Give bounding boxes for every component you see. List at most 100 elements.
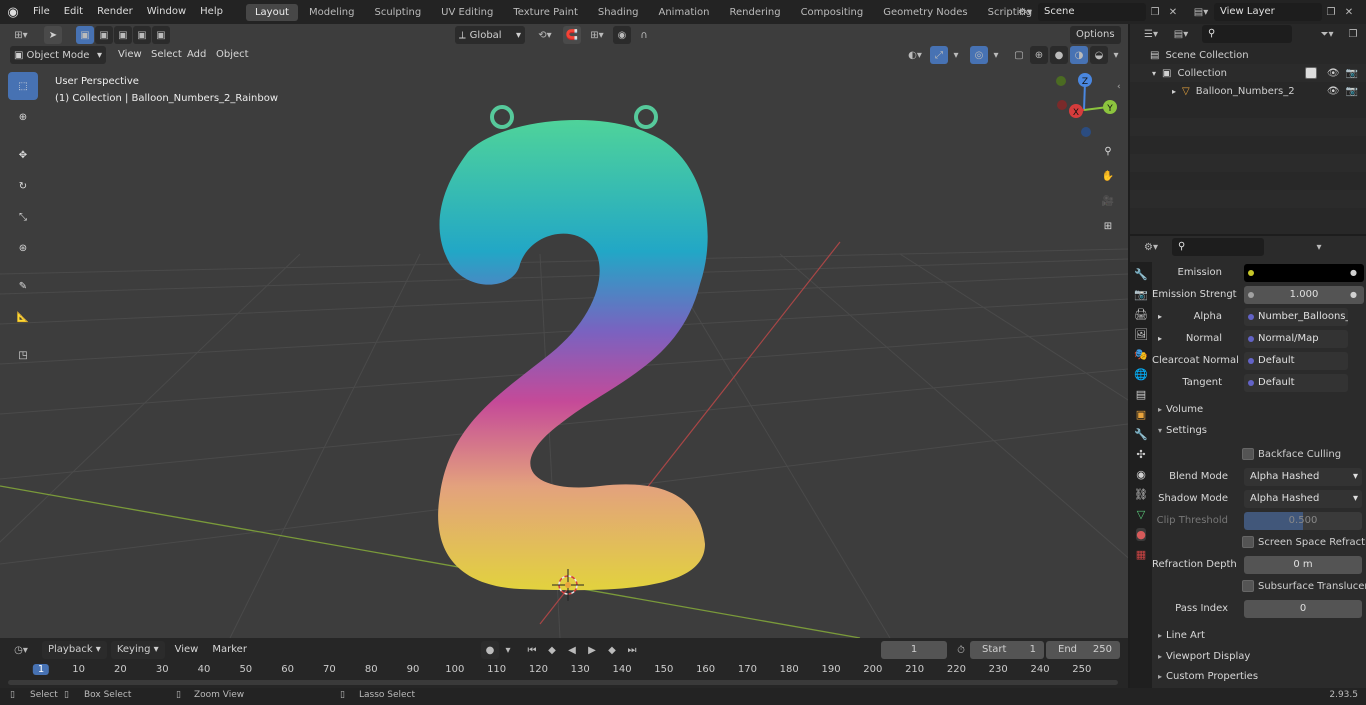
clip-threshold-slider[interactable]: 0.500	[1244, 512, 1362, 530]
tab-modeling[interactable]: Modeling	[300, 4, 364, 21]
panel-line-art[interactable]: ▸ Line Art	[1152, 626, 1366, 646]
solid-shading-icon[interactable]: ●	[1050, 46, 1068, 64]
tab-shading[interactable]: Shading	[589, 4, 648, 21]
tab-uv-editing[interactable]: UV Editing	[432, 4, 502, 21]
scene-icon[interactable]: ⚙▾	[1012, 3, 1038, 21]
world-tab-icon[interactable]: 🌐	[1134, 368, 1148, 381]
object-mode-dropdown[interactable]: ▣ Object Mode ▾	[10, 46, 106, 64]
subsurface-translucency-row[interactable]: Subsurface Translucency	[1152, 578, 1366, 596]
rotate-tool-icon[interactable]: ↻	[8, 172, 38, 200]
backface-culling-checkbox[interactable]: Backface Culling	[1242, 448, 1341, 460]
tool-tab-icon[interactable]: 🔧	[1134, 268, 1148, 281]
screen-space-refraction-row[interactable]: Screen Space Refraction	[1152, 534, 1366, 552]
panel-custom-properties[interactable]: ▸ Custom Properties	[1152, 667, 1366, 687]
display-mode-icon[interactable]: ▤▾	[1168, 25, 1194, 43]
properties-options-icon[interactable]: ▾	[1310, 238, 1328, 256]
tab-layout[interactable]: Layout	[245, 3, 298, 21]
material-preview-icon[interactable]: ◑	[1070, 46, 1088, 64]
tangent-field[interactable]: Default	[1244, 374, 1348, 392]
menu-window[interactable]: Window	[140, 0, 193, 24]
refraction-depth-field[interactable]: 0 m	[1244, 556, 1362, 574]
keyframe-dot-icon[interactable]: ●	[1350, 268, 1357, 277]
output-tab-icon[interactable]: 🖨	[1134, 308, 1148, 321]
timeline-scrollbar[interactable]	[8, 680, 1118, 685]
camera-icon[interactable]: 📷	[1346, 86, 1358, 97]
select-subtract-icon[interactable]: ▣	[114, 26, 132, 44]
select-intersect-icon[interactable]: ▣	[152, 26, 170, 44]
navigation-gizmo[interactable]: Z Y X	[1056, 73, 1117, 137]
options-dropdown[interactable]: Options	[1070, 26, 1122, 44]
xray-toggle-icon[interactable]: ▢	[1010, 46, 1028, 64]
new-view-layer-icon[interactable]: ❐	[1322, 3, 1340, 21]
balloon-number-2[interactable]	[438, 105, 708, 591]
collection-tab-icon[interactable]: ▤	[1136, 388, 1146, 401]
particles-tab-icon[interactable]: ✣	[1136, 448, 1145, 461]
blender-logo-icon[interactable]: ◉	[0, 0, 26, 24]
viewport-menu-add[interactable]: Add	[187, 46, 206, 64]
overlays-dropdown-icon[interactable]: ▾	[990, 46, 1002, 64]
delete-view-layer-icon[interactable]: ✕	[1340, 3, 1358, 21]
outliner-editor-icon[interactable]: ☰▾	[1138, 25, 1164, 43]
pivot-point-icon[interactable]: ⟲▾	[531, 26, 559, 44]
modifier-tab-icon[interactable]: 🔧	[1134, 428, 1148, 441]
subsurface-translucency-checkbox[interactable]: Subsurface Translucency	[1242, 580, 1366, 592]
texture-tab-icon[interactable]: ▦	[1136, 548, 1146, 561]
menu-edit[interactable]: Edit	[57, 0, 90, 24]
shadow-mode-dropdown[interactable]: Alpha Hashed ▾	[1244, 490, 1362, 508]
data-tab-icon[interactable]: ▽	[1137, 508, 1145, 521]
proportional-edit-icon[interactable]: ◉	[613, 26, 631, 44]
viewport-menu-view[interactable]: View	[118, 46, 142, 64]
shading-dropdown-icon[interactable]: ▾	[1110, 46, 1122, 64]
scale-tool-icon[interactable]: ⤡	[8, 203, 38, 231]
normal-link-field[interactable]: Normal/Map	[1244, 330, 1348, 348]
annotate-tool-icon[interactable]: ✎	[8, 272, 38, 300]
snap-toggle-icon[interactable]: 🧲	[563, 26, 581, 44]
outliner-search-input[interactable]: ⚲	[1202, 25, 1292, 43]
add-cube-tool-icon[interactable]: ◳	[8, 341, 38, 369]
camera-view-icon[interactable]: 🎥	[1097, 190, 1119, 212]
panel-volume[interactable]: ▸ Volume	[1152, 400, 1366, 420]
view-layer-icon[interactable]: ▤▾	[1188, 3, 1214, 21]
emission-color-field[interactable]	[1244, 264, 1364, 282]
material-tab-icon[interactable]: ●	[1136, 528, 1146, 541]
tab-geometry-nodes[interactable]: Geometry Nodes	[874, 4, 976, 21]
panel-viewport-display[interactable]: ▸ Viewport Display	[1152, 647, 1366, 667]
outliner-row-scene-collection[interactable]: ▤ Scene Collection	[1130, 46, 1366, 64]
backface-culling-row[interactable]: Backface Culling	[1152, 446, 1366, 464]
tab-compositing[interactable]: Compositing	[792, 4, 873, 21]
eye-icon[interactable]: 👁	[1327, 68, 1340, 79]
zoom-icon[interactable]: ⚲	[1097, 140, 1119, 162]
camera-icon[interactable]: 📷	[1346, 68, 1358, 79]
move-tool-icon[interactable]: ✥	[8, 141, 38, 169]
tab-rendering[interactable]: Rendering	[720, 4, 789, 21]
proportional-falloff-icon[interactable]: ∩	[635, 26, 653, 44]
visibility-icon[interactable]: ◐▾	[902, 46, 928, 64]
clearcoat-normal-field[interactable]: Default	[1244, 352, 1348, 370]
gizmo-toggle-icon[interactable]: ⤢	[930, 46, 948, 64]
select-extend-icon[interactable]: ▣	[95, 26, 113, 44]
outliner-row-collection[interactable]: ▾ ▣ Collection 👁 📷	[1130, 64, 1366, 82]
3d-viewport[interactable]: Z Y X ⊞▾ ➤ ▣ ▣ ▣ ▣ ▣ ⟂ Global ▾ ⟲▾ 🧲 ⊞▾ …	[0, 24, 1128, 638]
properties-editor-icon[interactable]: ⚙▾	[1138, 238, 1164, 256]
object-tab-icon[interactable]: ▣	[1136, 408, 1146, 421]
view-layer-field[interactable]: View Layer	[1214, 3, 1322, 21]
expand-chevron-icon[interactable]: ▸	[1172, 87, 1176, 96]
expand-chevron-icon[interactable]: ▾	[1152, 69, 1156, 78]
gizmo-dropdown-icon[interactable]: ▾	[950, 46, 962, 64]
pass-index-field[interactable]: 0	[1244, 600, 1362, 618]
transform-tool-icon[interactable]: ⊛	[8, 234, 38, 262]
viewport-menu-object[interactable]: Object	[216, 46, 249, 64]
collapse-sidebar-icon[interactable]: ‹	[1117, 82, 1121, 92]
constraints-tab-icon[interactable]: ⛓	[1134, 488, 1148, 501]
transform-orientation-dropdown[interactable]: ⟂ Global ▾	[455, 26, 525, 44]
delete-scene-icon[interactable]: ✕	[1164, 3, 1182, 21]
screen-space-refraction-checkbox[interactable]: Screen Space Refraction	[1242, 536, 1366, 548]
editor-type-icon[interactable]: ⊞▾	[8, 26, 34, 44]
emission-strength-field[interactable]: 1.000	[1244, 286, 1364, 304]
select-tool-icon[interactable]: ➤	[44, 26, 62, 44]
exclude-checkbox[interactable]	[1304, 67, 1317, 79]
view-layer-tab-icon[interactable]: 🖼	[1134, 328, 1148, 341]
rendered-shading-icon[interactable]: ◒	[1090, 46, 1108, 64]
perspective-grid-icon[interactable]: ⊞	[1097, 215, 1119, 237]
scene-name-field[interactable]: Scene	[1038, 3, 1146, 21]
